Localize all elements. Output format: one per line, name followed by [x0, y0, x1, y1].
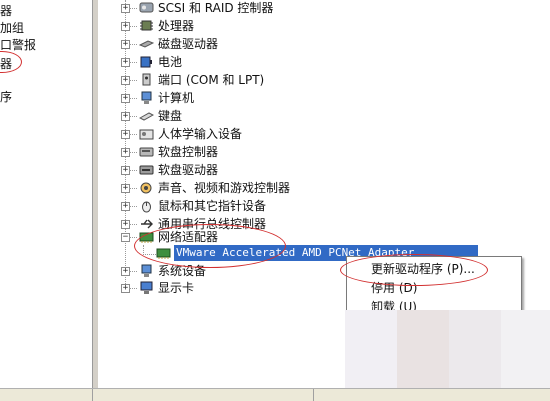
annotation-circle [0, 51, 22, 73]
tree-item-disk-drives[interactable]: + 磁盘驱动器 [98, 36, 538, 53]
floppy-controller-icon [139, 145, 154, 159]
floppy-drive-icon [139, 163, 154, 177]
tree-item-label: 电池 [158, 55, 183, 69]
tree-item-floppy-controller[interactable]: + 软盘控制器 [98, 144, 538, 161]
processor-icon [139, 19, 154, 33]
tree-item-label: 鼠标和其它指针设备 [158, 199, 267, 213]
keyboard-icon [138, 109, 155, 123]
computer-icon [139, 91, 154, 105]
sound-icon [139, 181, 154, 195]
battery-icon [139, 55, 154, 69]
annotation-circle [134, 224, 286, 268]
tree-item-label: 声音、视频和游戏控制器 [158, 181, 291, 195]
tree-item-label: 软盘控制器 [158, 145, 219, 159]
system-icon [139, 264, 154, 278]
left-pane-item[interactable]: 序 [0, 88, 12, 105]
tree-item-keyboard[interactable]: + 键盘 [98, 108, 538, 125]
tree-item-label: 磁盘驱动器 [158, 37, 219, 51]
status-bar [0, 388, 550, 401]
tree-item-label: 处理器 [158, 19, 195, 33]
tree-item-scsi[interactable]: + SCSI 和 RAID 控制器 [98, 0, 538, 17]
disk-icon [138, 37, 155, 51]
tree-item-label: 计算机 [158, 91, 195, 105]
hid-icon [139, 127, 154, 141]
tree-item-label: 键盘 [158, 109, 183, 123]
tree-item-computer[interactable]: + 计算机 [98, 90, 538, 107]
left-pane: 器 加组 口警报 器 序 [0, 0, 93, 388]
tree-item-label: 显示卡 [158, 281, 195, 295]
tree-item-label: 端口 (COM 和 LPT) [158, 73, 265, 87]
left-pane-item[interactable]: 加组 [0, 19, 24, 36]
display-icon [139, 281, 154, 295]
tree-item-hid[interactable]: + 人体学输入设备 [98, 126, 538, 143]
tree-item-label: SCSI 和 RAID 控制器 [158, 1, 274, 15]
tree-item-label: 软盘驱动器 [158, 163, 219, 177]
scsi-icon [139, 1, 154, 15]
tree-item-label: 人体学输入设备 [158, 127, 243, 141]
tree-item-floppy-drive[interactable]: + 软盘驱动器 [98, 162, 538, 179]
mouse-icon [139, 199, 154, 213]
tree-item-processor[interactable]: + 处理器 [98, 18, 538, 35]
tree-item-ports[interactable]: + 端口 (COM 和 LPT) [98, 72, 538, 89]
tree-item-mouse[interactable]: + 鼠标和其它指针设备 [98, 198, 538, 215]
tree-item-battery[interactable]: + 电池 [98, 54, 538, 71]
left-pane-item[interactable]: 器 [0, 2, 12, 19]
tree-item-sound[interactable]: + 声音、视频和游戏控制器 [98, 180, 538, 197]
blur-patch [345, 310, 550, 400]
port-icon [139, 73, 154, 87]
annotation-circle [340, 254, 488, 286]
